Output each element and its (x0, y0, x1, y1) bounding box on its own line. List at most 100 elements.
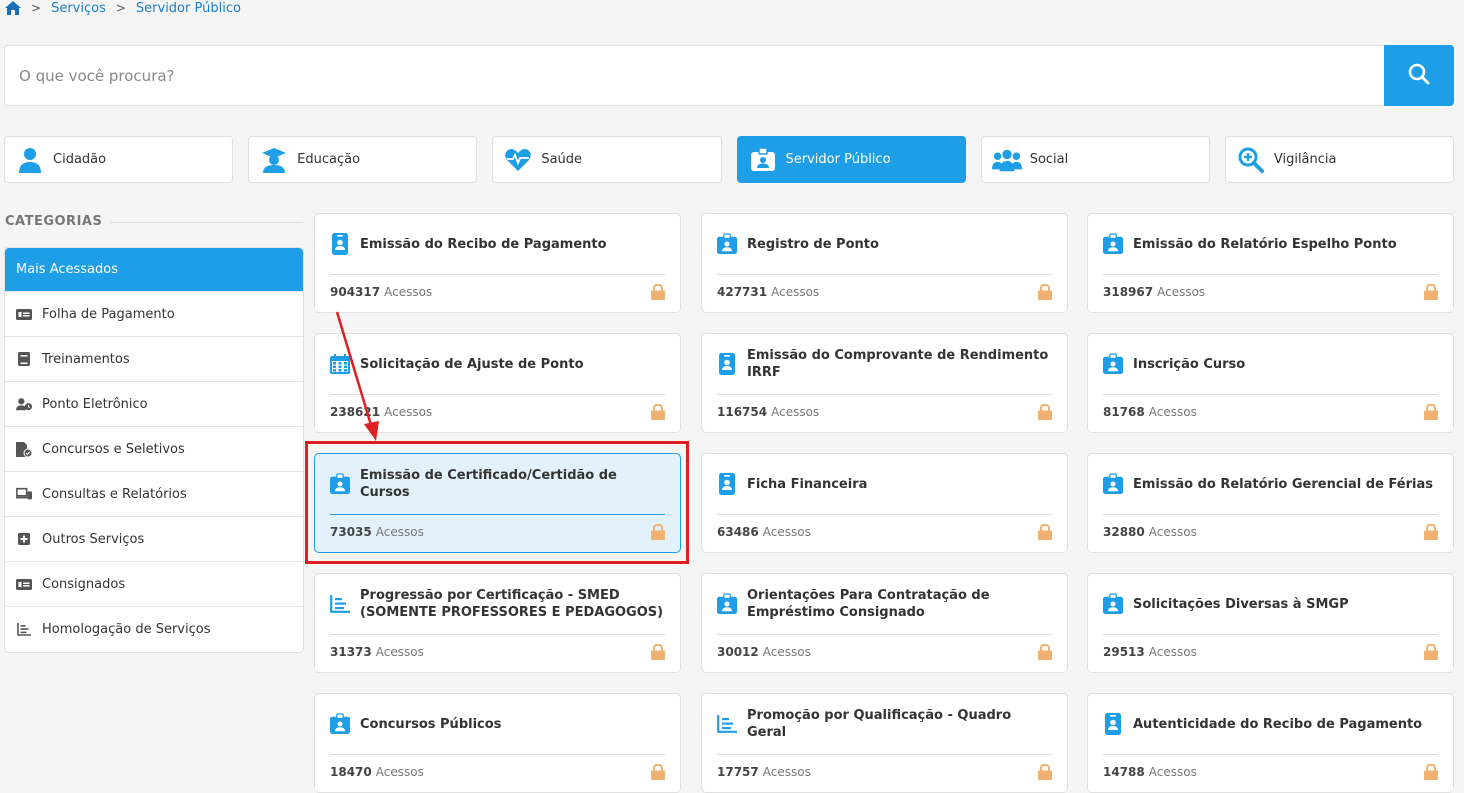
card-header: Solicitações Diversas à SMGP (1103, 574, 1438, 635)
category-outros-servicos[interactable]: Outros Serviços (5, 517, 303, 562)
id-badge-icon (748, 147, 778, 173)
card-footer: 14788 Acessos (1103, 763, 1438, 780)
card-title: Solicitações Diversas à SMGP (1133, 596, 1349, 612)
laptop-icon (16, 487, 32, 501)
card-header: Emissão do Recibo de Pagamento (330, 214, 665, 275)
card-header: Emissão de Certificado/Certidão de Curso… (330, 454, 665, 515)
heartbeat-icon (503, 147, 533, 173)
category-label: Ponto Eletrônico (42, 396, 148, 412)
service-card[interactable]: Ficha Financeira 63486 Acessos (701, 453, 1068, 553)
breadcrumb-servidor-publico[interactable]: Servidor Público (136, 1, 241, 16)
category-label: Folha de Pagamento (42, 306, 175, 322)
service-card[interactable]: Promoção por Qualificação - Quadro Geral… (701, 693, 1068, 793)
divider (110, 222, 303, 223)
lock-icon (1424, 403, 1438, 420)
id-badge-icon (1103, 473, 1123, 495)
category-folha-de-pagamento[interactable]: Folha de Pagamento (5, 292, 303, 337)
access-count: 904317 (330, 285, 381, 299)
category-treinamentos[interactable]: Treinamentos (5, 337, 303, 382)
card-header: Orientações Para Contratação de Emprésti… (717, 574, 1052, 635)
category-consignados[interactable]: Consignados (5, 562, 303, 607)
card-header: Concursos Públicos (330, 694, 665, 755)
card-header: Emissão do Comprovante de Rendimento IRR… (717, 334, 1052, 395)
card-title: Concursos Públicos (360, 716, 502, 732)
access-count: 31373 (330, 645, 372, 659)
book-icon (16, 352, 32, 366)
category-label: Mais Acessados (16, 262, 119, 277)
access-label: Acessos (375, 645, 424, 659)
service-tabs: Cidadão Educação Saúde Servidor Público … (4, 136, 1455, 183)
lock-icon (651, 403, 665, 420)
service-card[interactable]: Orientações Para Contratação de Emprésti… (701, 573, 1068, 673)
home-icon[interactable] (5, 1, 21, 15)
access-label: Acessos (771, 285, 820, 299)
service-card[interactable]: Emissão do Relatório Gerencial de Férias… (1087, 453, 1454, 553)
tab-cidadao[interactable]: Cidadão (4, 136, 234, 183)
access-label: Acessos (762, 765, 811, 779)
service-card[interactable]: Emissão do Recibo de Pagamento 904317 Aces… (314, 213, 681, 313)
card-header: Ficha Financeira (717, 454, 1052, 515)
access-count: 427731 (717, 285, 768, 299)
access-label: Acessos (384, 285, 433, 299)
chart-icon (16, 623, 32, 637)
tab-servidor-publico[interactable]: Servidor Público (736, 136, 966, 183)
category-mais-acessados[interactable]: Mais Acessados (5, 248, 303, 292)
card-title: Progressão por Certificação - SMED (SOME… (360, 588, 664, 620)
access-label: Acessos (762, 645, 811, 659)
search-input[interactable] (5, 46, 1384, 105)
tab-social[interactable]: Social (980, 136, 1210, 183)
card-title: Registro de Ponto (747, 236, 879, 252)
tab-vigilancia[interactable]: Vigilância (1224, 136, 1455, 183)
card-title: Orientações Para Contratação de Emprésti… (747, 588, 990, 620)
access-label: Acessos (1157, 285, 1206, 299)
access-count: 63486 (717, 525, 759, 539)
service-card[interactable]: Progressão por Certificação - SMED (SOME… (314, 573, 681, 673)
search-button[interactable] (1384, 45, 1454, 106)
service-card[interactable]: Emissão de Certificado/Certidão de Curso… (314, 453, 681, 553)
lock-icon (1424, 523, 1438, 540)
tab-educacao[interactable]: Educação (248, 136, 478, 183)
card-title: Promoção por Qualificação - Quadro Geral (747, 708, 1012, 740)
tab-saude[interactable]: Saúde (492, 136, 722, 183)
category-homologacao-de-servicos[interactable]: Homologação de Serviços (5, 607, 303, 652)
card-header: Promoção por Qualificação - Quadro Geral (717, 694, 1052, 755)
users-icon (991, 147, 1022, 173)
card-footer: 904317 Acessos (330, 283, 665, 300)
tab-label: Educação (297, 152, 361, 167)
card-title: Solicitação de Ajuste de Ponto (360, 356, 584, 372)
category-concursos-e-seletivos[interactable]: Concursos e Seletivos (5, 427, 303, 472)
service-card[interactable]: Inscrição Curso 81768 Acessos (1087, 333, 1454, 433)
category-label: Consignados (42, 576, 126, 592)
service-card[interactable]: Solicitações Diversas à SMGP 29513 Acessos (1087, 573, 1454, 673)
card-header: Inscrição Curso (1103, 334, 1438, 395)
id-card-icon (717, 353, 737, 375)
lock-icon (1424, 763, 1438, 780)
lock-icon (651, 283, 665, 300)
category-label: Outros Serviços (42, 531, 145, 547)
access-label: Acessos (375, 525, 424, 539)
tab-label: Servidor Público (785, 152, 891, 167)
access-label: Acessos (1148, 765, 1197, 779)
card-title: Emissão do Recibo de Pagamento (360, 236, 607, 252)
id-card-icon (1103, 713, 1123, 735)
service-card[interactable]: Registro de Ponto 427731 Acessos (701, 213, 1068, 313)
breadcrumb-servicos[interactable]: Serviços (51, 1, 106, 16)
category-consultas-e-relatorios[interactable]: Consultas e Relatórios (5, 472, 303, 517)
card-title: Emissão do Relatório Gerencial de Férias (1133, 476, 1433, 492)
card-title: Autenticidade do Recibo de Pagamento (1133, 716, 1423, 732)
service-card[interactable]: Concursos Públicos 18470 Acessos (314, 693, 681, 793)
service-card[interactable]: Solicitação de Ajuste de Ponto 238621 Aces… (314, 333, 681, 433)
service-card[interactable]: Autenticidade do Recibo de Pagamento 1478… (1087, 693, 1454, 793)
service-card[interactable]: Emissão do Comprovante de Rendimento IRR… (701, 333, 1068, 433)
categories-title: CATEGORIAS (5, 214, 103, 229)
lock-icon (651, 523, 665, 540)
lock-icon (1038, 403, 1052, 420)
category-ponto-eletronico[interactable]: Ponto Eletrônico (5, 382, 303, 427)
lock-icon (1038, 283, 1052, 300)
card-footer: 238621 Acessos (330, 403, 665, 420)
service-card[interactable]: Emissão do Relatório Espelho Ponto 318967… (1087, 213, 1454, 313)
lock-icon (651, 643, 665, 660)
card-footer: 17757 Acessos (717, 763, 1052, 780)
access-count: 318967 (1103, 285, 1154, 299)
card-header: Registro de Ponto (717, 214, 1052, 275)
